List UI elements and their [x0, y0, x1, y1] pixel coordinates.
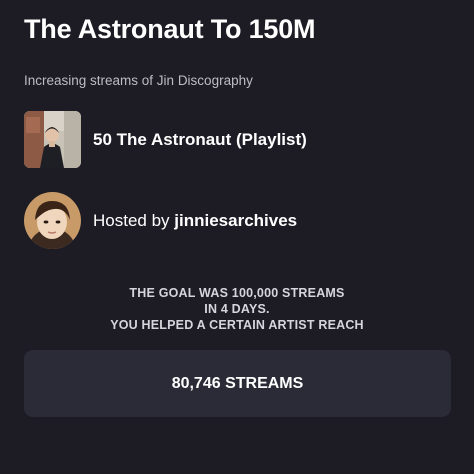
goal-line-1: THE GOAL WAS 100,000 STREAMS — [129, 286, 345, 300]
stream-goal-card: The Astronaut To 150M Increasing streams… — [0, 0, 474, 474]
host-avatar — [24, 192, 81, 249]
host-avatar-photo-icon — [24, 192, 81, 249]
page-subtitle: Increasing streams of Jin Discography — [24, 73, 253, 88]
host-name-link[interactable]: jinniesarchives — [174, 211, 297, 230]
streams-count: 80,746 STREAMS — [171, 374, 304, 392]
host-row[interactable]: Hosted by jinniesarchives — [24, 192, 297, 249]
playlist-title[interactable]: 50 The Astronaut (Playlist) — [93, 130, 307, 150]
page-title: The Astronaut To 150M — [24, 14, 316, 44]
goal-line-2: IN 4 DAYS. — [204, 302, 270, 316]
playlist-cover-image — [24, 111, 81, 168]
goal-message: THE GOAL WAS 100,000 STREAMS IN 4 DAYS. … — [0, 285, 474, 333]
playlist-cover-photo-icon — [24, 111, 81, 168]
streams-count-card: 80,746 STREAMS — [24, 350, 451, 417]
host-line: Hosted by jinniesarchives — [93, 211, 297, 231]
goal-line-3: YOU HELPED A CERTAIN ARTIST REACH — [110, 318, 364, 332]
playlist-row[interactable]: 50 The Astronaut (Playlist) — [24, 111, 307, 168]
host-prefix: Hosted by — [93, 210, 170, 230]
